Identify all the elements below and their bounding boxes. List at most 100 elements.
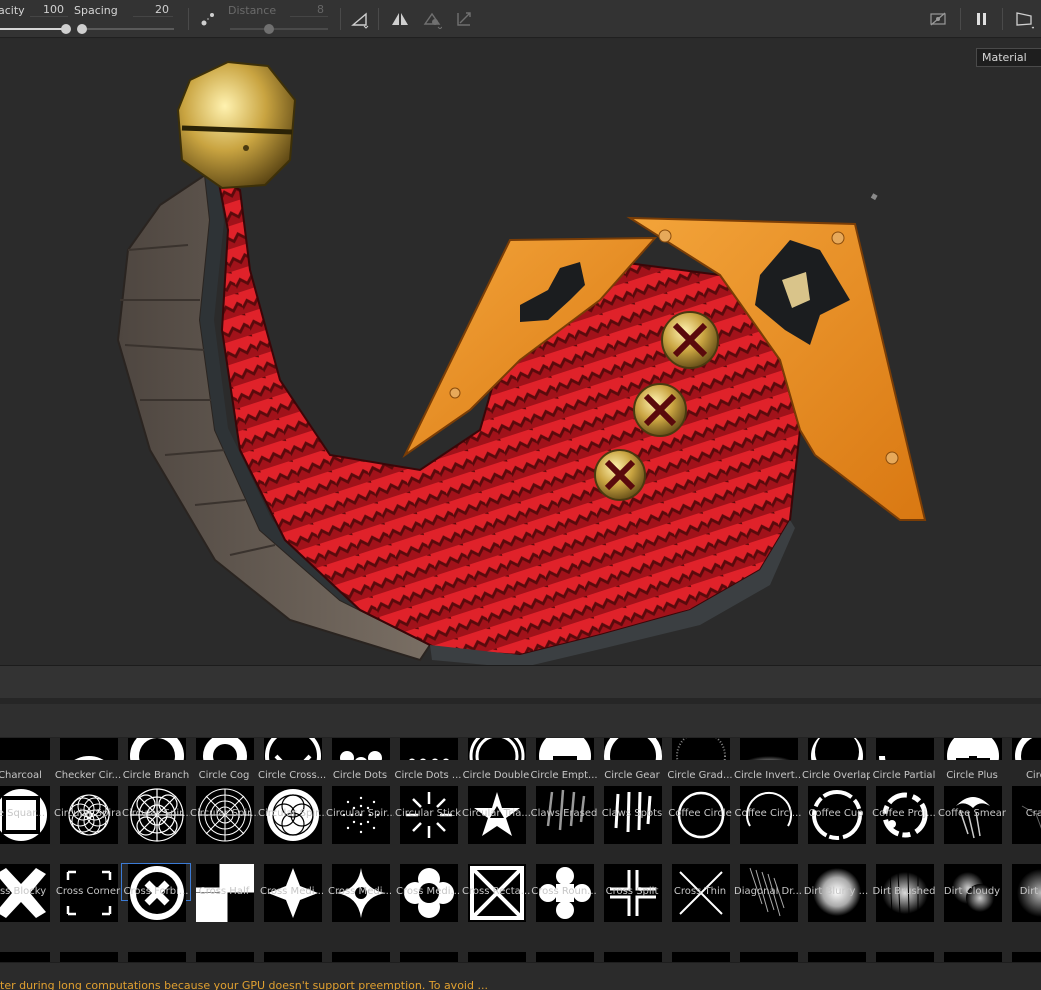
brush-item-circle-square[interactable]: le Squar... xyxy=(0,786,54,844)
opacity-value[interactable]: 100 xyxy=(30,3,68,17)
brush-item-cross-corner[interactable]: Cross Corner xyxy=(54,864,122,922)
brush-item-cross-medieval-2[interactable]: Cross Medi... xyxy=(326,864,394,922)
distance-slider[interactable] xyxy=(230,24,328,34)
opacity-slider-knob[interactable] xyxy=(61,24,71,34)
tool-properties-toolbar: acity 100 Spacing 20 Distance 8 xyxy=(0,0,1041,38)
brush-item-dirt-smudge[interactable]: Dirt Smi xyxy=(1006,864,1041,922)
brush-item-circular-spiral-5[interactable]: Circular Spir... xyxy=(326,786,394,844)
material-picker-icon[interactable] xyxy=(422,9,442,29)
brush-item-cross-thin[interactable]: Cross Thin xyxy=(666,864,734,922)
brush-item-crack[interactable]: Crack xyxy=(1006,786,1041,844)
brush-item-label: Charcoal xyxy=(0,770,42,781)
brush-item-dirt-brushed[interactable]: Dirt Brushed xyxy=(870,864,938,922)
3d-viewport[interactable]: Material xyxy=(0,39,1041,665)
circle-gradient-icon xyxy=(672,738,730,760)
brush-item-label: Circular Spir... xyxy=(122,808,190,819)
brush-item-partial[interactable] xyxy=(0,952,50,962)
brush-item-circular-spiral-2[interactable]: Circular Spir... xyxy=(122,786,190,844)
brush-item-cross-rectangle[interactable]: Cross Recta... xyxy=(462,864,530,922)
toolbar-separator xyxy=(960,8,961,30)
brush-item-circle-dots[interactable]: Circle Dots xyxy=(326,738,394,784)
brush-item-partial[interactable] xyxy=(944,952,1002,962)
brush-item-partial[interactable] xyxy=(332,952,390,962)
lazy-mouse-icon[interactable] xyxy=(198,9,218,29)
brush-item-circle-empty[interactable]: Circle Empt... xyxy=(530,738,598,784)
brush-item-partial[interactable] xyxy=(536,952,594,962)
brush-item-cross-blocky[interactable]: oss Blocky xyxy=(0,864,54,922)
brush-item-circle[interactable]: Circle xyxy=(1006,738,1041,784)
brush-item-coffee-cup[interactable]: Coffee Cup xyxy=(802,786,870,844)
brush-item-circle-gear[interactable]: Circle Gear xyxy=(598,738,666,784)
spacing-value[interactable]: 20 xyxy=(133,3,173,17)
brush-item-circle-cog[interactable]: Circle Cog xyxy=(190,738,258,784)
distance-slider-knob[interactable] xyxy=(264,24,274,34)
brush-item-cross-medieval[interactable]: Cross Medi... xyxy=(258,864,326,922)
brush-item-coffee-circle[interactable]: Coffee Circle xyxy=(666,786,734,844)
spacing-slider[interactable] xyxy=(77,24,174,34)
brush-item-diagonal-drips[interactable]: Diagonal Dr... xyxy=(734,864,802,922)
brush-item-cross-medieval-3[interactable]: Cross Medi... xyxy=(394,864,462,922)
brush-item-circle-overlap[interactable]: Circle Overlap xyxy=(802,738,870,784)
brush-item-cross-forbidden[interactable]: Cross Forbi... xyxy=(121,863,191,922)
brush-item-circular-triangle[interactable]: Circular Tria... xyxy=(462,786,530,844)
viewport-channel-select[interactable]: Material xyxy=(976,48,1041,67)
brush-item-partial[interactable] xyxy=(468,952,526,962)
brush-item-coffee-projection[interactable]: Coffee Proj... xyxy=(870,786,938,844)
brush-item-circle-double[interactable]: Circle Double xyxy=(462,738,530,784)
brush-item-partial[interactable] xyxy=(604,952,662,962)
brush-item-circular-spiral-4[interactable]: Circular Spir... xyxy=(258,786,326,844)
distance-value[interactable]: 8 xyxy=(290,3,328,17)
status-warning-text: ter during long computations because you… xyxy=(0,979,488,990)
brush-item-dirt-blurry[interactable]: Dirt Blurry ... xyxy=(802,864,870,922)
brush-item-partial[interactable] xyxy=(60,952,118,962)
brush-item-circle-inverted[interactable]: Circle Invert... xyxy=(734,738,802,784)
brush-item-circle-plus[interactable]: Circle Plus xyxy=(938,738,1006,784)
brush-item-partial[interactable] xyxy=(808,952,866,962)
hide-icon[interactable] xyxy=(928,9,948,29)
brush-item-coffee-circle-2[interactable]: Coffee Circl... xyxy=(734,786,802,844)
transform-icon[interactable] xyxy=(454,9,474,29)
brush-item-claws-spots[interactable]: Claws Spots xyxy=(598,786,666,844)
brush-item-label: Cross Split xyxy=(605,886,659,897)
brush-item-label: Circle Branch xyxy=(122,770,190,781)
camera-view-icon[interactable] xyxy=(1014,9,1034,29)
brush-item-circle-dots-2[interactable]: Circle Dots ... xyxy=(394,738,462,784)
brush-item-circle-gradient[interactable]: Circle Grad... xyxy=(666,738,734,784)
brush-item-circular-spiral-3[interactable]: Circular Spir... xyxy=(190,786,258,844)
brush-item-partial[interactable] xyxy=(876,952,934,962)
brush-item-coffee-smear[interactable]: Coffee Smear xyxy=(938,786,1006,844)
toolbar-separator xyxy=(340,8,341,30)
toolbar-separator xyxy=(1002,8,1003,30)
brush-item-label: Circle Plus xyxy=(946,770,998,781)
brush-item-partial[interactable] xyxy=(1012,952,1041,962)
brush-item-partial[interactable] xyxy=(740,952,798,962)
brush-item-cross-round[interactable]: Cross Roun... xyxy=(530,864,598,922)
symmetry-icon[interactable] xyxy=(390,9,410,29)
brush-item-circular-spiral[interactable]: Circular Spiral xyxy=(54,786,122,844)
brush-item-label: Claws Spots xyxy=(601,808,663,819)
brush-item-partial[interactable] xyxy=(196,952,254,962)
brush-item-claws-erased[interactable]: Claws Erased xyxy=(530,786,598,844)
opacity-slider[interactable] xyxy=(0,24,71,34)
brush-item-circular-stick[interactable]: Circular Stick xyxy=(394,786,462,844)
status-bar: ter during long computations because you… xyxy=(0,962,1041,990)
pause-icon[interactable] xyxy=(972,9,992,29)
brush-item-label: Cross Forbi... xyxy=(123,886,189,897)
brush-item-partial[interactable] xyxy=(128,952,186,962)
alignment-icon[interactable] xyxy=(350,9,370,29)
brush-item-circle-cross[interactable]: Circle Cross... xyxy=(258,738,326,784)
circle-partial-icon xyxy=(876,738,934,760)
brush-item-partial[interactable] xyxy=(264,952,322,962)
brush-item-charcoal[interactable]: Charcoal xyxy=(0,738,54,784)
brush-item-circle-branch[interactable]: Circle Branch xyxy=(122,738,190,784)
brush-item-cross-half[interactable]: Cross Half xyxy=(190,864,258,922)
brush-item-checker-circle[interactable]: Checker Cir... xyxy=(54,738,122,784)
charcoal-icon xyxy=(0,738,50,760)
brush-item-partial[interactable] xyxy=(400,952,458,962)
brush-item-label: Cross Thin xyxy=(673,886,727,897)
spacing-slider-knob[interactable] xyxy=(77,24,87,34)
brush-item-dirt-cloudy[interactable]: Dirt Cloudy xyxy=(938,864,1006,922)
brush-item-cross-split[interactable]: Cross Split xyxy=(598,864,666,922)
brush-item-partial[interactable] xyxy=(672,952,730,962)
brush-item-circle-partial[interactable]: Circle Partial xyxy=(870,738,938,784)
